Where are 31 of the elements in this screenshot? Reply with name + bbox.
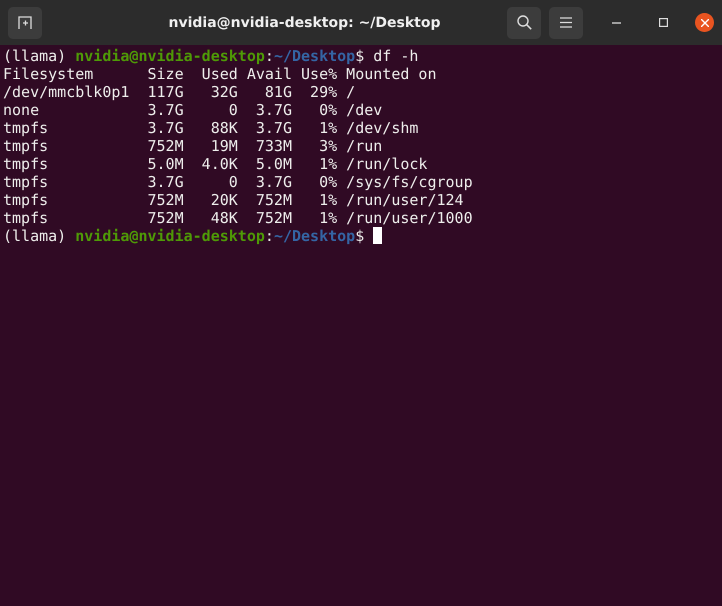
user-host: nvidia@nvidia-desktop <box>75 227 265 245</box>
output-line: tmpfs 752M 48K 752M 1% /run/user/1000 <box>3 209 473 227</box>
maximize-icon <box>658 18 668 27</box>
search-button[interactable] <box>507 6 541 38</box>
new-tab-button[interactable] <box>8 6 42 38</box>
current-path: ~/Desktop <box>274 227 356 245</box>
close-button[interactable] <box>695 13 714 32</box>
menu-button[interactable] <box>549 6 583 38</box>
separator: : <box>264 47 274 65</box>
prompt-symbol: $ <box>355 47 364 65</box>
env-name: (llama) <box>3 227 68 245</box>
output-line: tmpfs 752M 20K 752M 1% /run/user/124 <box>3 191 464 209</box>
output-line: Filesystem Size Used Avail Use% Mounted on <box>3 65 436 83</box>
prompt-symbol: $ <box>355 227 364 245</box>
command-text: df -h <box>372 47 418 65</box>
output-line: /dev/mmcblk0p1 117G 32G 81G 29% / <box>3 83 356 101</box>
output-line: tmpfs 5.0M 4.0K 5.0M 1% /run/lock <box>3 155 428 173</box>
user-host: nvidia@nvidia-desktop <box>75 47 265 65</box>
output-line: tmpfs 3.7G 88K 3.7G 1% /dev/shm <box>3 119 418 137</box>
output-line: tmpfs 3.7G 0 3.7G 0% /sys/fs/cgroup <box>3 173 473 191</box>
env-name: (llama) <box>3 47 68 65</box>
window-title: nvidia@nvidia-desktop: ~/Desktop <box>167 14 442 30</box>
search-icon <box>516 15 532 30</box>
new-tab-icon <box>18 16 32 30</box>
output-line: none 3.7G 0 3.7G 0% /dev <box>3 101 382 119</box>
current-path: ~/Desktop <box>274 47 356 65</box>
separator: : <box>264 227 274 245</box>
minimize-icon <box>612 22 620 24</box>
close-icon <box>700 18 708 26</box>
output-line: tmpfs 752M 19M 733M 3% /run <box>3 137 382 155</box>
menu-icon <box>560 17 572 28</box>
